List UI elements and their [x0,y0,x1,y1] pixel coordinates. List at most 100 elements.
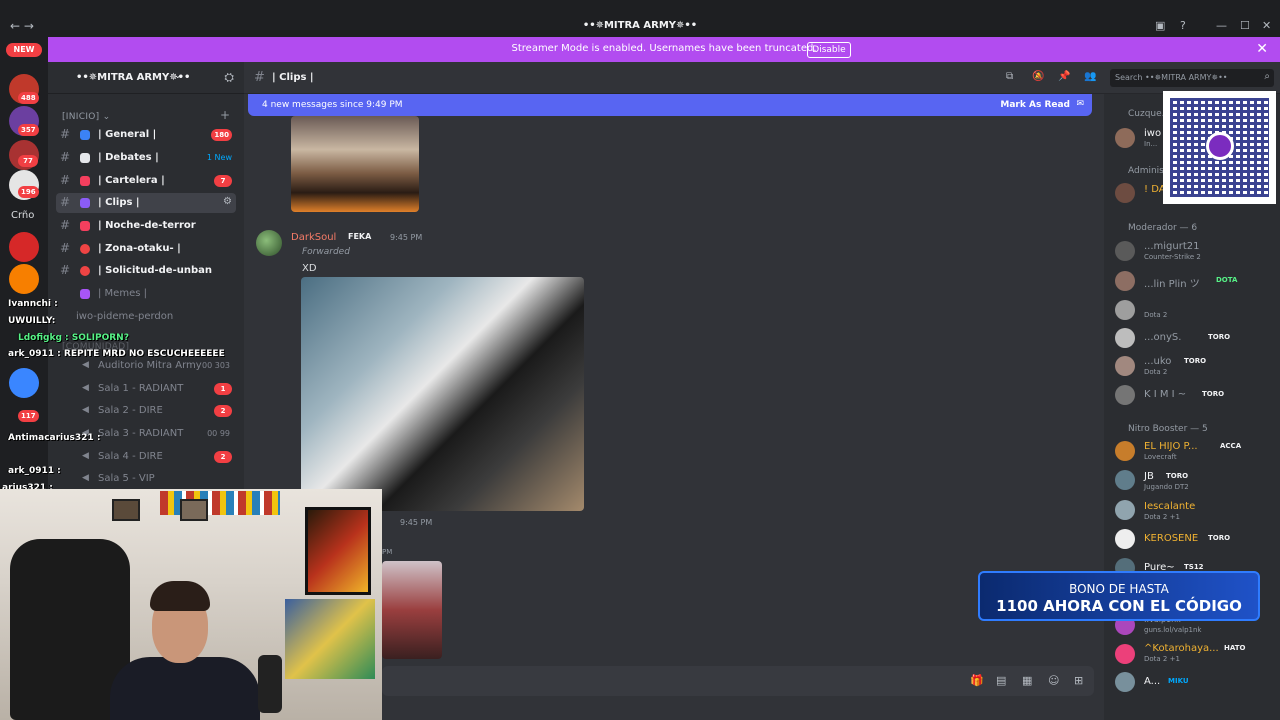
avatar[interactable] [1115,241,1135,261]
server-icon[interactable] [9,232,39,262]
hash-icon: # [60,150,71,164]
pin-icon[interactable]: 📌 [1058,71,1070,82]
new-badge: NEW [6,43,42,57]
member-name[interactable]: ...migurt21 [1144,241,1200,252]
no-entry-icon [80,266,90,276]
member-name[interactable]: ...uko [1144,356,1171,367]
avatar[interactable] [1115,441,1135,461]
member-name[interactable]: A... [1144,676,1160,687]
message-author[interactable]: DarkSoul [291,232,336,243]
attachment-image[interactable] [301,277,584,511]
channel-solicitud-de-unban[interactable]: # | Solicitud-de-unban [56,261,236,281]
notification-bell-icon[interactable]: 🔕 [1032,71,1044,82]
hash-icon: # [60,218,71,232]
channel-general[interactable]: # | General | 180 [56,125,236,145]
member-name[interactable]: ...onyS. [1144,332,1181,343]
avatar[interactable] [1115,356,1135,376]
member-tag: TORO [1208,534,1231,542]
new-messages-bar[interactable]: 4 new messages since 9:49 PM Mark As Rea… [248,94,1092,116]
member-status: Dota 2 [1144,311,1168,319]
member-status: Counter-Strike 2 [1144,253,1201,261]
inbox-icon[interactable]: ▣ [1155,19,1165,32]
gift-icon[interactable]: 🎁 [970,674,984,687]
hash-icon: # [60,195,71,209]
server-badge: 357 [18,124,39,136]
yape-logo [1206,132,1234,160]
sticker-icon[interactable]: ▦ [1022,674,1032,687]
avatar[interactable] [1115,385,1135,405]
voice-sala-1[interactable]: ◀ Sala 1 - RADIANT 1 [56,379,236,399]
avatar[interactable] [1115,470,1135,490]
avatar[interactable] [256,230,282,256]
wall-poster [305,507,371,595]
member-name[interactable]: iwo [1144,128,1161,139]
avatar[interactable] [1115,183,1135,203]
add-user-icon[interactable]: ⛭ [224,70,234,85]
avatar[interactable] [1115,128,1135,148]
server-badge: 77 [18,155,38,167]
maximize-icon[interactable]: ☐ [1240,19,1250,32]
server-badge: 117 [18,410,39,422]
message-composer[interactable]: 🎁 ▤ ▦ ☺ ⊞ [382,666,1094,696]
voice-sala-5[interactable]: ◀ Sala 5 - VIP [56,469,236,489]
member-tag: HATO [1224,644,1246,652]
member-name[interactable]: JB [1144,471,1154,482]
channel-settings-icon[interactable]: ⚙ [223,196,232,207]
voice-sala-2[interactable]: ◀ Sala 2 - DIRE 2 [56,401,236,421]
avatar[interactable] [1115,644,1135,664]
member-status: Lovecraft [1144,453,1177,461]
channel-zona-otaku[interactable]: # | Zona-otaku- | [56,239,236,259]
channel-noche-de-terror[interactable]: # | Noche-de-terror [56,216,236,236]
help-icon[interactable]: ? [1180,19,1186,32]
server-icon[interactable] [9,368,39,398]
channel-memes[interactable]: | Memes | [56,284,236,304]
mark-as-read-button[interactable]: Mark As Read [1000,100,1070,110]
avatar[interactable] [1115,529,1135,549]
channel-clips[interactable]: # | Clips | ⚙ [56,193,236,213]
close-banner-icon[interactable]: ✕ [1256,41,1268,57]
category-inicio[interactable]: [INICIO] ⌄ [62,112,111,122]
speaker-icon: ◀ [82,360,89,370]
member-list-icon[interactable]: 👥 [1084,71,1096,82]
stream-chat-line: Antimacarius321 : [8,433,101,443]
ticket-icon [80,176,90,186]
member-tag: TS12 [1184,563,1204,571]
search-input[interactable]: Search ••✵MITRA ARMY✵•• ⌕ [1110,69,1274,87]
guild-header[interactable]: ••✵MITRA ARMY✵•• ⌄ ⛭ [48,62,244,94]
channel-cartelera[interactable]: # | Cartelera | 7 [56,171,236,191]
avatar[interactable] [1115,271,1135,291]
disable-streamer-mode-button[interactable]: Disable [807,42,851,58]
avatar[interactable] [1115,300,1135,320]
avatar[interactable] [1115,500,1135,520]
channel-iwo-pideme-perdon[interactable]: iwo-pideme-perdon [56,307,236,327]
voice-sala-4[interactable]: ◀ Sala 4 - DIRE 2 [56,447,236,467]
avatar[interactable] [1115,672,1135,692]
wall-poster [285,599,375,679]
member-tag: TORO [1202,390,1225,398]
member-name[interactable]: ^Kotarohaya... [1144,643,1219,654]
server-icon[interactable] [9,264,39,294]
member-name[interactable]: Iescalante [1144,501,1195,512]
attachment-image[interactable] [382,561,442,659]
close-window-icon[interactable]: ✕ [1262,19,1271,32]
add-channel-icon[interactable]: + [220,108,230,122]
threads-icon[interactable]: ⧉ [1006,71,1013,82]
attachment-image[interactable] [291,116,419,212]
speaker-icon: ◀ [82,473,89,483]
hash-icon: # [60,173,71,187]
gif-icon[interactable]: ▤ [996,674,1006,687]
emoji-icon[interactable]: ☺ [1048,674,1059,687]
avatar[interactable] [1115,328,1135,348]
voice-auditorio[interactable]: ◀ Auditorio Mitra Army 00 303 [56,356,236,376]
member-name[interactable]: ...lin Plin ツ [1144,275,1200,290]
member-name[interactable]: K I M I ~ [1144,389,1186,400]
member-name[interactable]: EL HIJO P... [1144,441,1198,452]
hash-icon: # [60,263,71,277]
member-name[interactable]: KEROSENE [1144,533,1198,544]
member-status: Jugando DT2 [1144,483,1189,491]
channel-debates[interactable]: # | Debates | 1 New [56,148,236,168]
unread-badge: 180 [211,129,232,141]
minimize-icon[interactable]: — [1216,19,1227,32]
stream-chat-line: UWUILLY: [8,316,56,326]
apps-icon[interactable]: ⊞ [1074,674,1083,687]
